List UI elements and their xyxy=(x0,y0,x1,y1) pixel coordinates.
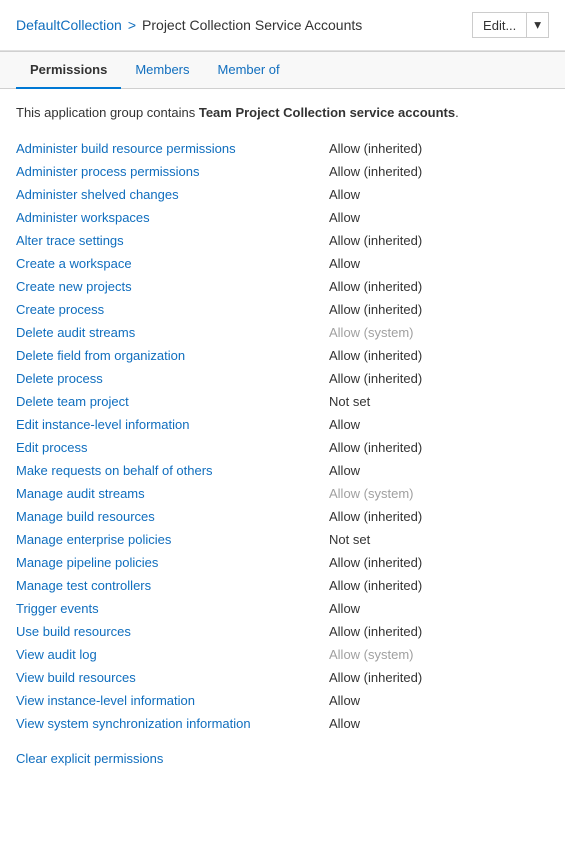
table-row: View build resourcesAllow (inherited) xyxy=(16,666,549,689)
permission-name[interactable]: View instance-level information xyxy=(16,693,329,708)
edit-dropdown-button[interactable]: ▾ xyxy=(526,13,548,37)
permission-name[interactable]: Edit process xyxy=(16,440,329,455)
header: DefaultCollection > Project Collection S… xyxy=(0,0,565,52)
tab-members[interactable]: Members xyxy=(121,52,203,89)
permission-value: Allow (inherited) xyxy=(329,141,549,156)
table-row: Manage build resourcesAllow (inherited) xyxy=(16,505,549,528)
permission-value: Allow xyxy=(329,716,549,731)
permission-value: Allow (inherited) xyxy=(329,670,549,685)
table-row: Delete processAllow (inherited) xyxy=(16,367,549,390)
permission-name[interactable]: View build resources xyxy=(16,670,329,685)
permission-value: Allow (inherited) xyxy=(329,348,549,363)
permission-value: Allow (inherited) xyxy=(329,371,549,386)
permission-name[interactable]: Make requests on behalf of others xyxy=(16,463,329,478)
permission-value: Allow (system) xyxy=(329,647,549,662)
permission-name[interactable]: Manage audit streams xyxy=(16,486,329,501)
table-row: Edit instance-level informationAllow xyxy=(16,413,549,436)
permission-name[interactable]: View system synchronization information xyxy=(16,716,329,731)
permission-value: Allow (system) xyxy=(329,325,549,340)
permission-name[interactable]: Manage pipeline policies xyxy=(16,555,329,570)
permission-name[interactable]: Create process xyxy=(16,302,329,317)
permission-value: Allow (inherited) xyxy=(329,509,549,524)
description-text: This application group contains Team Pro… xyxy=(16,103,549,123)
permission-value: Allow (inherited) xyxy=(329,624,549,639)
permission-name[interactable]: Alter trace settings xyxy=(16,233,329,248)
permission-value: Allow (inherited) xyxy=(329,578,549,593)
permission-name[interactable]: Administer process permissions xyxy=(16,164,329,179)
permission-value: Allow xyxy=(329,210,549,225)
table-row: View system synchronization informationA… xyxy=(16,712,549,735)
permission-name[interactable]: Administer build resource permissions xyxy=(16,141,329,156)
table-row: Administer workspacesAllow xyxy=(16,206,549,229)
permission-value: Allow (inherited) xyxy=(329,279,549,294)
table-row: Edit processAllow (inherited) xyxy=(16,436,549,459)
permission-name[interactable]: Trigger events xyxy=(16,601,329,616)
table-row: Alter trace settingsAllow (inherited) xyxy=(16,229,549,252)
permission-name[interactable]: Manage enterprise policies xyxy=(16,532,329,547)
permission-name[interactable]: Manage build resources xyxy=(16,509,329,524)
table-row: Manage audit streamsAllow (system) xyxy=(16,482,549,505)
permission-name[interactable]: Create new projects xyxy=(16,279,329,294)
tabs-bar: Permissions Members Member of xyxy=(0,52,565,89)
clear-permissions-link[interactable]: Clear explicit permissions xyxy=(16,751,163,766)
permission-value: Allow (inherited) xyxy=(329,440,549,455)
table-row: Manage enterprise policiesNot set xyxy=(16,528,549,551)
breadcrumb-separator: > xyxy=(128,17,136,33)
table-row: Trigger eventsAllow xyxy=(16,597,549,620)
table-row: Create new projectsAllow (inherited) xyxy=(16,275,549,298)
table-row: Delete audit streamsAllow (system) xyxy=(16,321,549,344)
permission-name[interactable]: Use build resources xyxy=(16,624,329,639)
table-row: Administer build resource permissionsAll… xyxy=(16,137,549,160)
table-row: Administer shelved changesAllow xyxy=(16,183,549,206)
permission-name[interactable]: Administer shelved changes xyxy=(16,187,329,202)
permission-name[interactable]: Edit instance-level information xyxy=(16,417,329,432)
permission-name[interactable]: Administer workspaces xyxy=(16,210,329,225)
permission-name[interactable]: Delete process xyxy=(16,371,329,386)
breadcrumb: DefaultCollection > Project Collection S… xyxy=(16,17,362,33)
table-row: Make requests on behalf of othersAllow xyxy=(16,459,549,482)
table-row: Create processAllow (inherited) xyxy=(16,298,549,321)
table-row: Manage test controllersAllow (inherited) xyxy=(16,574,549,597)
table-row: View instance-level informationAllow xyxy=(16,689,549,712)
tab-permissions[interactable]: Permissions xyxy=(16,52,121,89)
permission-value: Allow xyxy=(329,256,549,271)
table-row: Manage pipeline policiesAllow (inherited… xyxy=(16,551,549,574)
permission-name[interactable]: Create a workspace xyxy=(16,256,329,271)
permission-name[interactable]: Delete team project xyxy=(16,394,329,409)
table-row: Use build resourcesAllow (inherited) xyxy=(16,620,549,643)
permission-value: Allow (inherited) xyxy=(329,233,549,248)
permission-name[interactable]: Delete audit streams xyxy=(16,325,329,340)
table-row: Create a workspaceAllow xyxy=(16,252,549,275)
permission-name[interactable]: Manage test controllers xyxy=(16,578,329,593)
permission-value: Allow (system) xyxy=(329,486,549,501)
permission-value: Not set xyxy=(329,532,549,547)
breadcrumb-link[interactable]: DefaultCollection xyxy=(16,17,122,33)
permission-value: Allow xyxy=(329,187,549,202)
permission-value: Allow xyxy=(329,417,549,432)
permission-value: Allow xyxy=(329,693,549,708)
breadcrumb-current: Project Collection Service Accounts xyxy=(142,17,362,33)
table-row: Delete team projectNot set xyxy=(16,390,549,413)
permission-value: Allow xyxy=(329,601,549,616)
table-row: View audit logAllow (system) xyxy=(16,643,549,666)
permission-name[interactable]: Delete field from organization xyxy=(16,348,329,363)
main-content: This application group contains Team Pro… xyxy=(0,89,565,780)
edit-button[interactable]: Edit... xyxy=(473,14,526,37)
permission-value: Allow xyxy=(329,463,549,478)
tab-member-of[interactable]: Member of xyxy=(204,52,294,89)
table-row: Delete field from organizationAllow (inh… xyxy=(16,344,549,367)
permissions-table: Administer build resource permissionsAll… xyxy=(16,137,549,735)
edit-button-group: Edit... ▾ xyxy=(472,12,549,38)
table-row: Administer process permissionsAllow (inh… xyxy=(16,160,549,183)
permission-value: Allow (inherited) xyxy=(329,164,549,179)
chevron-down-icon: ▾ xyxy=(534,17,541,32)
permission-value: Allow (inherited) xyxy=(329,555,549,570)
permission-value: Not set xyxy=(329,394,549,409)
permission-value: Allow (inherited) xyxy=(329,302,549,317)
permission-name[interactable]: View audit log xyxy=(16,647,329,662)
